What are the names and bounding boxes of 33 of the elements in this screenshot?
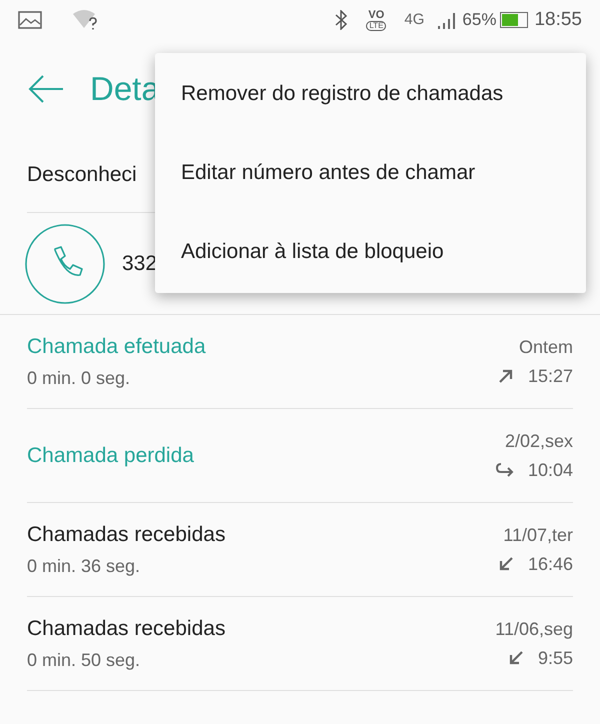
call-type: Chamada efetuada [27, 334, 206, 360]
outgoing-arrow-icon [498, 368, 514, 384]
contact-name: Desconheci [27, 162, 137, 188]
missed-call-arrow-icon [496, 462, 514, 478]
call-time: 10:04 [528, 458, 573, 482]
call-duration: 0 min. 0 seg. [27, 366, 132, 390]
call-time: 15:27 [528, 364, 573, 388]
clock: 18:55 [534, 8, 582, 32]
menu-item[interactable]: Editar número antes de chamar [155, 133, 586, 212]
call-date: 11/07,ter [503, 524, 573, 546]
menu-item[interactable]: Adicionar à lista de bloqueio [155, 212, 586, 291]
call-type: Chamadas recebidas [27, 522, 226, 548]
call-button-icon[interactable] [25, 224, 105, 304]
incoming-arrow-icon [498, 556, 514, 572]
call-time: 16:46 [528, 552, 573, 576]
battery-percentage: 65% [462, 9, 496, 32]
wifi-question-icon [72, 9, 100, 31]
battery-icon [500, 12, 528, 28]
call-date: 11/06,seg [495, 618, 573, 641]
incoming-arrow-icon [508, 650, 524, 666]
call-duration: 0 min. 36 seg. [27, 554, 142, 578]
phone-number: 332 [122, 250, 158, 277]
call-date: 2/02,sex [504, 430, 573, 452]
menu-item[interactable]: Remover do registro de chamadas [155, 54, 586, 133]
call-date: Ontem [518, 336, 573, 358]
bluetooth-icon [334, 10, 348, 30]
call-type: Chamada perdida [27, 442, 194, 469]
call-time: 9:55 [538, 646, 573, 670]
network-type: 4G [404, 10, 424, 30]
call-duration: 0 min. 50 seg. [27, 648, 142, 672]
image-icon [18, 11, 42, 29]
call-type: Chamadas recebidas [27, 616, 226, 642]
back-arrow-icon[interactable] [28, 74, 64, 104]
